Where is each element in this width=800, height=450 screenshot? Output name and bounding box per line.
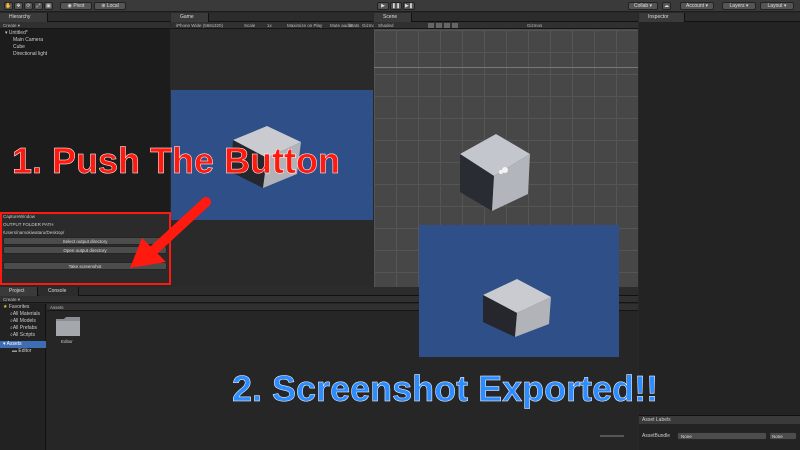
- game-tab-label: Game: [180, 14, 194, 20]
- hierarchy-tab-label: Hierarchy: [9, 14, 31, 20]
- hand-tool-icon[interactable]: ✋: [4, 2, 13, 10]
- tab-scene[interactable]: Scene: [374, 13, 412, 22]
- breadcrumb-assets[interactable]: Assets: [50, 305, 64, 310]
- inspector-tab-label: Inspector: [648, 14, 669, 20]
- assets-tree-label: Assets: [6, 341, 22, 347]
- tab-inspector[interactable]: Inspector: [639, 13, 685, 22]
- scale-tool-icon[interactable]: ⤢: [34, 2, 43, 10]
- console-tab-label: Console: [48, 288, 67, 294]
- layers-dropdown[interactable]: Layers ▾: [722, 2, 756, 10]
- favorites-label: Favorites: [8, 304, 30, 310]
- tab-console[interactable]: Console: [39, 287, 79, 296]
- folder-graphic: [56, 317, 80, 336]
- favorite-item[interactable]: ⌕All Materials: [10, 311, 40, 317]
- rect-tool-icon[interactable]: ▣: [44, 2, 53, 10]
- exported-screenshot-preview: [419, 225, 619, 357]
- local-label: Local: [106, 3, 119, 9]
- inspector-panel: Inspector Asset Labels AssetBundle None …: [639, 13, 800, 450]
- editor-tree-label: Editor: [18, 348, 32, 354]
- scene-tabbar: Scene: [374, 13, 638, 22]
- layout-dropdown[interactable]: Layout ▾: [760, 2, 794, 10]
- project-tab-label: Project: [9, 288, 25, 294]
- play-icon[interactable]: ▶: [377, 2, 389, 10]
- asset-variant-dropdown[interactable]: None: [769, 432, 797, 440]
- game-toolbar: iPhone Wide (568x320) Scale 1x Maximize …: [171, 22, 377, 29]
- project-tree: ★ Favorites ⌕All Materials ⌕All Models ⌕…: [0, 304, 46, 450]
- account-dropdown[interactable]: Account ▾: [680, 2, 714, 10]
- hierarchy-item[interactable]: Main Camera: [13, 37, 43, 43]
- favorite-item-label: All Materials: [12, 311, 41, 317]
- account-label: Account: [686, 3, 705, 9]
- shading-dropdown[interactable]: Shaded: [378, 22, 394, 29]
- tab-game[interactable]: Game: [171, 13, 209, 22]
- collab-label: Collab: [633, 3, 649, 9]
- hierarchy-panel: Hierarchy Create ▾ ▾ Untitled* Main Came…: [0, 13, 170, 213]
- favorite-item-label: All Models: [12, 318, 36, 324]
- scene-toolbar: Shaded Gizmos: [374, 22, 638, 29]
- editor-folder-label: Editor: [61, 339, 73, 344]
- cloud-icon[interactable]: ☁: [662, 2, 671, 10]
- scale-label: Scale: [244, 23, 256, 28]
- pivot-label: Pivot: [73, 3, 85, 9]
- scene-root-label: Untitled*: [8, 30, 28, 36]
- pivot-button[interactable]: ◉ Pivot: [60, 2, 92, 10]
- scene-tab-label: Scene: [383, 14, 398, 20]
- callout-arrow: [130, 197, 211, 268]
- 2d-toggle-icon[interactable]: [428, 23, 434, 28]
- favorites-item[interactable]: ★ Favorites: [3, 304, 29, 310]
- hierarchy-create-dropdown[interactable]: Create: [3, 23, 17, 28]
- exported-cube-render: [483, 279, 551, 337]
- hierarchy-tabbar: Hierarchy: [0, 13, 170, 22]
- folder-icon: ▬: [12, 348, 17, 354]
- scene-root-item[interactable]: ▾ Untitled*: [5, 30, 28, 36]
- rotate-tool-icon[interactable]: ⟳: [24, 2, 33, 10]
- maximize-toggle[interactable]: Maximize on Play: [287, 22, 322, 29]
- assets-tree-item[interactable]: ▾ Assets: [0, 341, 46, 348]
- local-button[interactable]: ⊕ Local: [94, 2, 126, 10]
- lighting-toggle-icon[interactable]: [436, 23, 442, 28]
- favorite-item[interactable]: ⌕All Models: [10, 318, 36, 324]
- asset-bundle-dropdown[interactable]: None: [677, 432, 767, 440]
- favorite-item-label: All Scripts: [12, 332, 36, 338]
- layers-label: Layers: [729, 3, 745, 9]
- scene-gizmos-dropdown[interactable]: Gizmos: [527, 22, 542, 29]
- pause-icon[interactable]: ❚❚: [390, 2, 402, 10]
- inspector-tabbar: Inspector: [639, 13, 800, 22]
- hierarchy-item[interactable]: Cube: [13, 44, 25, 50]
- stats-toggle[interactable]: Stats: [349, 22, 359, 29]
- game-tabbar: Game: [171, 13, 373, 22]
- star-icon: ★: [3, 304, 8, 310]
- layout-label: Layout: [767, 3, 783, 9]
- editor-folder-icon[interactable]: [55, 315, 81, 337]
- hierarchy-item[interactable]: Directional light: [13, 51, 47, 57]
- hierarchy-subbar: Create ▾: [0, 22, 170, 29]
- asset-labels-title: Asset Labels: [642, 417, 671, 423]
- main-toolbar: ✋ ✥ ⟳ ⤢ ▣ ◉ Pivot ⊕ Local ▶ ❚❚ ▶❚ Collab…: [0, 0, 800, 12]
- tab-hierarchy[interactable]: Hierarchy: [0, 13, 48, 22]
- project-create-dropdown[interactable]: Create: [3, 297, 17, 302]
- collab-dropdown[interactable]: Collab ▾: [628, 2, 658, 10]
- display-dropdown[interactable]: iPhone Wide (568x320): [176, 22, 223, 29]
- effects-toggle-icon[interactable]: [452, 23, 458, 28]
- icon-size-slider[interactable]: [600, 435, 624, 437]
- favorite-item[interactable]: ⌕All Scripts: [10, 332, 35, 338]
- step-icon[interactable]: ▶❚: [403, 2, 415, 10]
- scale-value[interactable]: 1x: [267, 22, 272, 29]
- audio-toggle-icon[interactable]: [444, 23, 450, 28]
- asset-bundle-label: AssetBundle: [642, 433, 671, 439]
- favorite-item-label: All Prefabs: [12, 325, 37, 331]
- step1-annotation: 1. Push The Button: [12, 140, 341, 182]
- favorite-item[interactable]: ⌕All Prefabs: [10, 325, 37, 331]
- editor-tree-item[interactable]: ▬ Editor: [12, 348, 31, 354]
- move-tool-icon[interactable]: ✥: [14, 2, 23, 10]
- step2-annotation: 2. Screenshot Exported!!: [232, 368, 659, 410]
- tab-project[interactable]: Project: [0, 287, 38, 296]
- asset-labels-header: Asset Labels: [639, 415, 800, 424]
